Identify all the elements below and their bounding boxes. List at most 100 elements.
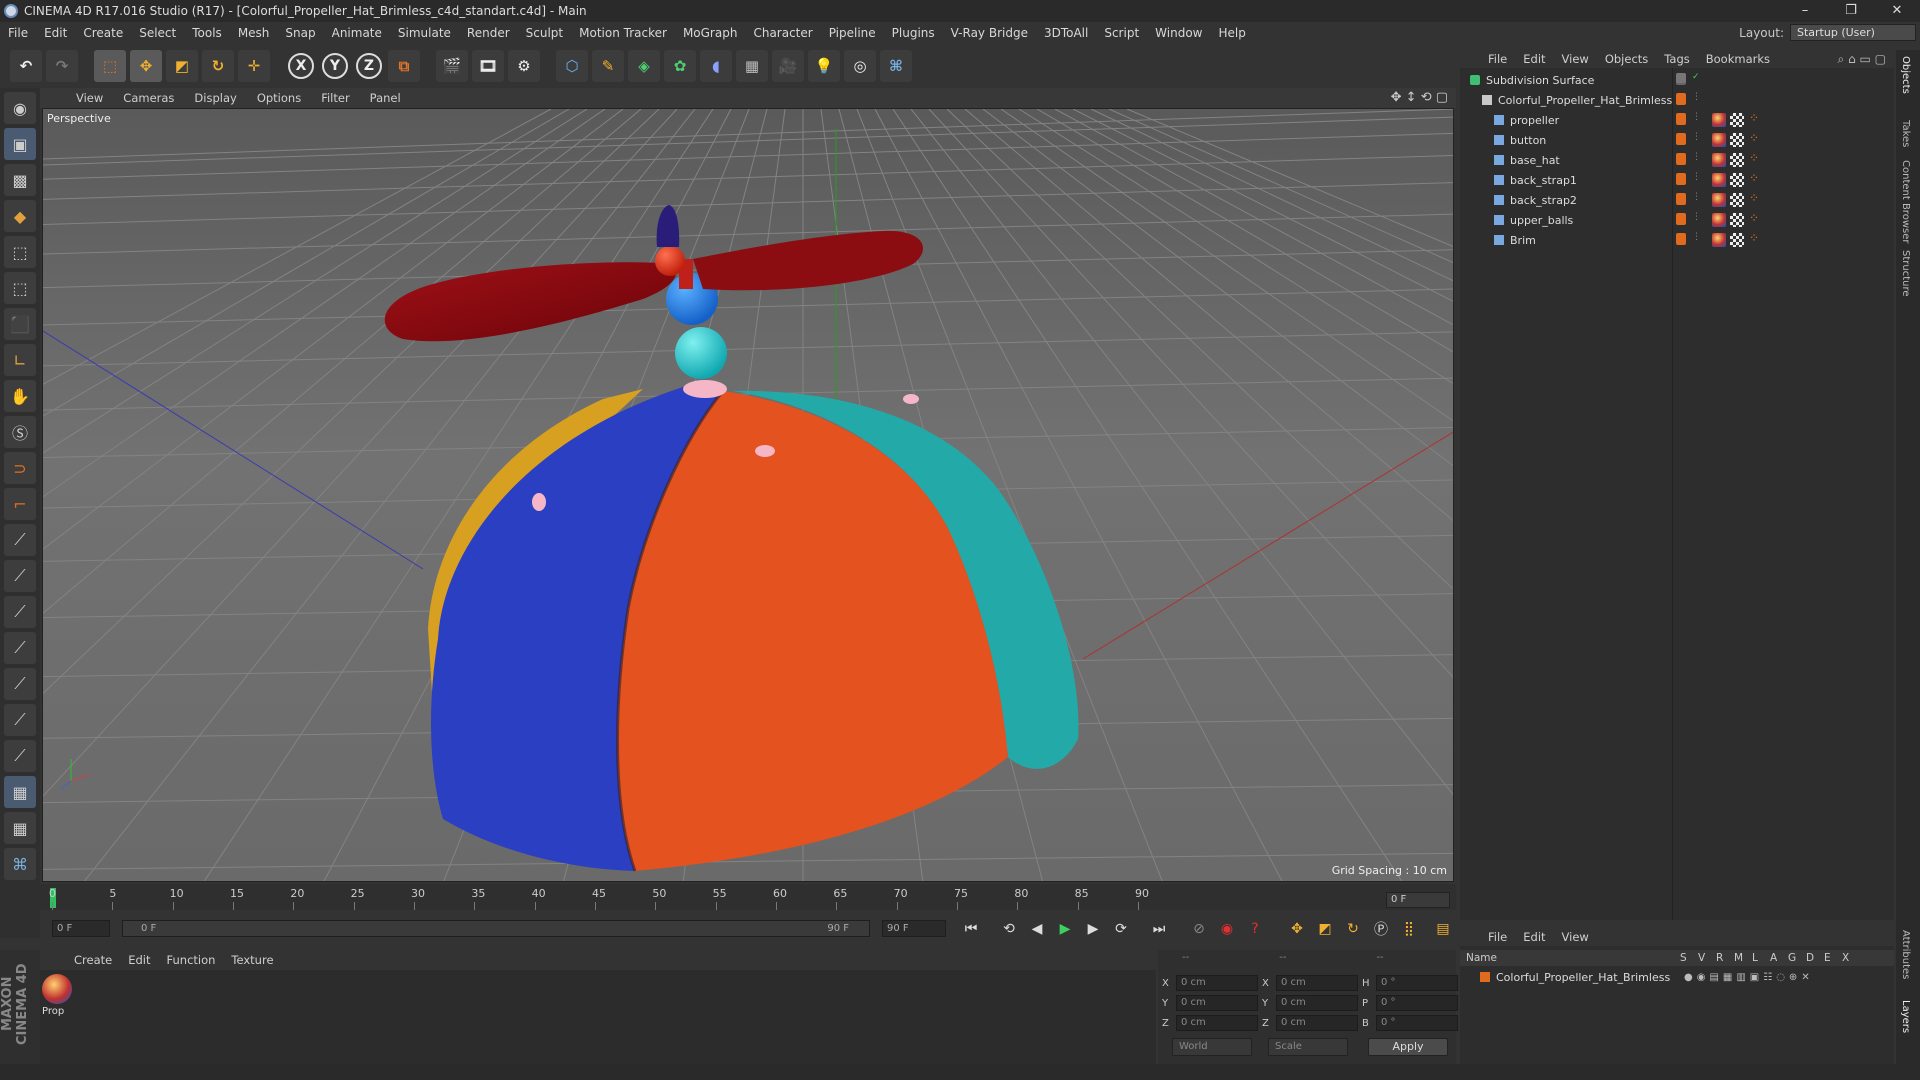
points-mode-icon[interactable]: ⬚: [4, 236, 36, 268]
sculpt-pinch-icon[interactable]: ⟋: [4, 704, 36, 736]
material-tag-icon[interactable]: [1712, 113, 1726, 127]
objects-menu-view[interactable]: View: [1554, 52, 1597, 66]
menu-select[interactable]: Select: [131, 22, 184, 44]
object-row[interactable]: back_strap1 ⋮ ⁘: [1460, 170, 1894, 190]
layer-color-icon[interactable]: [1676, 93, 1686, 105]
subdivision-icon[interactable]: ◈: [628, 50, 660, 82]
menu-plugins[interactable]: Plugins: [884, 22, 943, 44]
texture-tag-icon[interactable]: [1730, 113, 1744, 127]
rotate-tool-icon[interactable]: ↻: [202, 50, 234, 82]
position-y-field[interactable]: 0 cm: [1176, 995, 1258, 1011]
move-tool-icon[interactable]: ✥: [130, 50, 162, 82]
texture-tag-icon[interactable]: [1730, 213, 1744, 227]
selection-tag-icon[interactable]: ⁘: [1749, 171, 1759, 185]
sculpt-pull-icon[interactable]: ⟋: [4, 560, 36, 592]
visibility-toggle-icon[interactable]: ⋮: [1692, 232, 1701, 242]
floor-icon[interactable]: ▦: [736, 50, 768, 82]
minimize-button[interactable]: –: [1782, 0, 1828, 22]
scale-tool-icon[interactable]: ◩: [166, 50, 198, 82]
layer-color-icon[interactable]: [1676, 173, 1686, 185]
menu-snap[interactable]: Snap: [277, 22, 323, 44]
array-icon[interactable]: ✿: [664, 50, 696, 82]
object-row[interactable]: upper_balls ⋮ ⁘: [1460, 210, 1894, 230]
tab-structure[interactable]: Structure: [1900, 250, 1911, 297]
enable-toggle-icon[interactable]: [1676, 73, 1686, 83]
axis-lock-icon[interactable]: ⌐: [4, 488, 36, 520]
tweak-icon[interactable]: ✋: [4, 380, 36, 412]
key-pla-icon[interactable]: ⣿: [1396, 917, 1422, 941]
scale-mode-dropdown[interactable]: Scale: [1268, 1038, 1348, 1056]
menu-render[interactable]: Render: [459, 22, 518, 44]
python-icon[interactable]: ⌘: [880, 50, 912, 82]
layer-row[interactable]: Colorful_Propeller_Hat_Brimless ●◉▤▦▥▣☷◌…: [1460, 968, 1894, 986]
3d-viewport[interactable]: Perspective Grid Spacing : 10 cm: [42, 108, 1454, 882]
texture-tag-icon[interactable]: [1730, 173, 1744, 187]
material-tag-icon[interactable]: [1712, 213, 1726, 227]
visibility-toggle-icon[interactable]: ⋮: [1692, 92, 1701, 102]
layers-menu-edit[interactable]: Edit: [1515, 930, 1553, 944]
menu-animate[interactable]: Animate: [324, 22, 390, 44]
select-tool-icon[interactable]: ⬚: [94, 50, 126, 82]
size-y-field[interactable]: 0 cm: [1276, 995, 1358, 1011]
visibility-toggle-icon[interactable]: ⋮: [1692, 152, 1701, 162]
selection-tag-icon[interactable]: ⁘: [1749, 111, 1759, 125]
menu-character[interactable]: Character: [745, 22, 820, 44]
prev-frame-icon[interactable]: ◀: [1024, 917, 1050, 941]
object-row[interactable]: back_strap2 ⋮ ⁘: [1460, 190, 1894, 210]
camera-icon[interactable]: 🎥: [772, 50, 804, 82]
goto-start-icon[interactable]: ⏮: [958, 917, 984, 941]
render-picture-viewer-icon[interactable]: 🎞: [472, 50, 504, 82]
object-row[interactable]: button ⋮ ⁘: [1460, 130, 1894, 150]
rotation-h-field[interactable]: 0 °: [1376, 975, 1458, 991]
undo-icon[interactable]: ↶: [10, 50, 42, 82]
key-scale-icon[interactable]: ◩: [1312, 917, 1338, 941]
position-x-field[interactable]: 0 cm: [1176, 975, 1258, 991]
layer-color-icon[interactable]: [1676, 193, 1686, 205]
menu-file[interactable]: File: [0, 22, 36, 44]
next-frame-icon[interactable]: ▶: [1080, 917, 1106, 941]
search-icon[interactable]: ⌕ ⌂ ▭ ▢: [1838, 52, 1886, 67]
selection-tag-icon[interactable]: ⁘: [1749, 211, 1759, 225]
texture-tag-icon[interactable]: [1730, 153, 1744, 167]
tab-objects[interactable]: Objects: [1900, 56, 1911, 94]
keyframe-selection-icon[interactable]: ?: [1242, 917, 1268, 941]
light-icon[interactable]: 💡: [808, 50, 840, 82]
menu-sculpt[interactable]: Sculpt: [518, 22, 571, 44]
menu-script[interactable]: Script: [1096, 22, 1147, 44]
key-position-icon[interactable]: ✥: [1284, 917, 1310, 941]
visibility-toggle-icon[interactable]: ⋮: [1692, 192, 1701, 202]
sculpt-wax-icon[interactable]: ⟋: [4, 740, 36, 772]
grid-snap-icon[interactable]: ▦: [4, 776, 36, 808]
material-tag-icon[interactable]: [1712, 193, 1726, 207]
pen-spline-icon[interactable]: ✎: [592, 50, 624, 82]
selection-tag-icon[interactable]: ⁘: [1749, 191, 1759, 205]
objects-menu-bookmarks[interactable]: Bookmarks: [1698, 52, 1778, 66]
coordinate-space-dropdown[interactable]: World: [1172, 1038, 1252, 1056]
selection-tag-icon[interactable]: ⁘: [1749, 131, 1759, 145]
current-frame-field[interactable]: 0 F: [1386, 892, 1450, 908]
play-icon[interactable]: ▶: [1052, 917, 1078, 941]
object-row[interactable]: Colorful_Propeller_Hat_Brimless ⋮: [1460, 90, 1894, 110]
workplane-icon[interactable]: ◆: [4, 200, 36, 232]
viewport-menu-cameras[interactable]: Cameras: [113, 91, 184, 105]
texture-tag-icon[interactable]: [1730, 233, 1744, 247]
object-row[interactable]: Brim ⋮ ⁘: [1460, 230, 1894, 250]
start-frame-field[interactable]: 0 F: [52, 920, 110, 937]
objects-menu-objects[interactable]: Objects: [1597, 52, 1656, 66]
layers-menu-view[interactable]: View: [1554, 930, 1597, 944]
material-menu-create[interactable]: Create: [66, 953, 120, 967]
menu-simulate[interactable]: Simulate: [390, 22, 459, 44]
material-menu-edit[interactable]: Edit: [120, 953, 158, 967]
tab-takes[interactable]: Takes: [1900, 120, 1911, 147]
cube-icon[interactable]: ⬡: [556, 50, 588, 82]
python-script-icon[interactable]: ⌘: [4, 848, 36, 880]
size-x-field[interactable]: 0 cm: [1276, 975, 1358, 991]
tab-layers[interactable]: Layers: [1900, 1000, 1911, 1033]
material-tag-icon[interactable]: [1712, 133, 1726, 147]
viewport-menu-filter[interactable]: Filter: [311, 91, 359, 105]
material-tag-icon[interactable]: [1712, 173, 1726, 187]
x-axis-lock-icon[interactable]: X: [288, 53, 314, 79]
objects-menu-edit[interactable]: Edit: [1515, 52, 1553, 66]
selection-tag-icon[interactable]: ⁘: [1749, 231, 1759, 245]
axis-mode-icon[interactable]: ∟: [4, 344, 36, 376]
